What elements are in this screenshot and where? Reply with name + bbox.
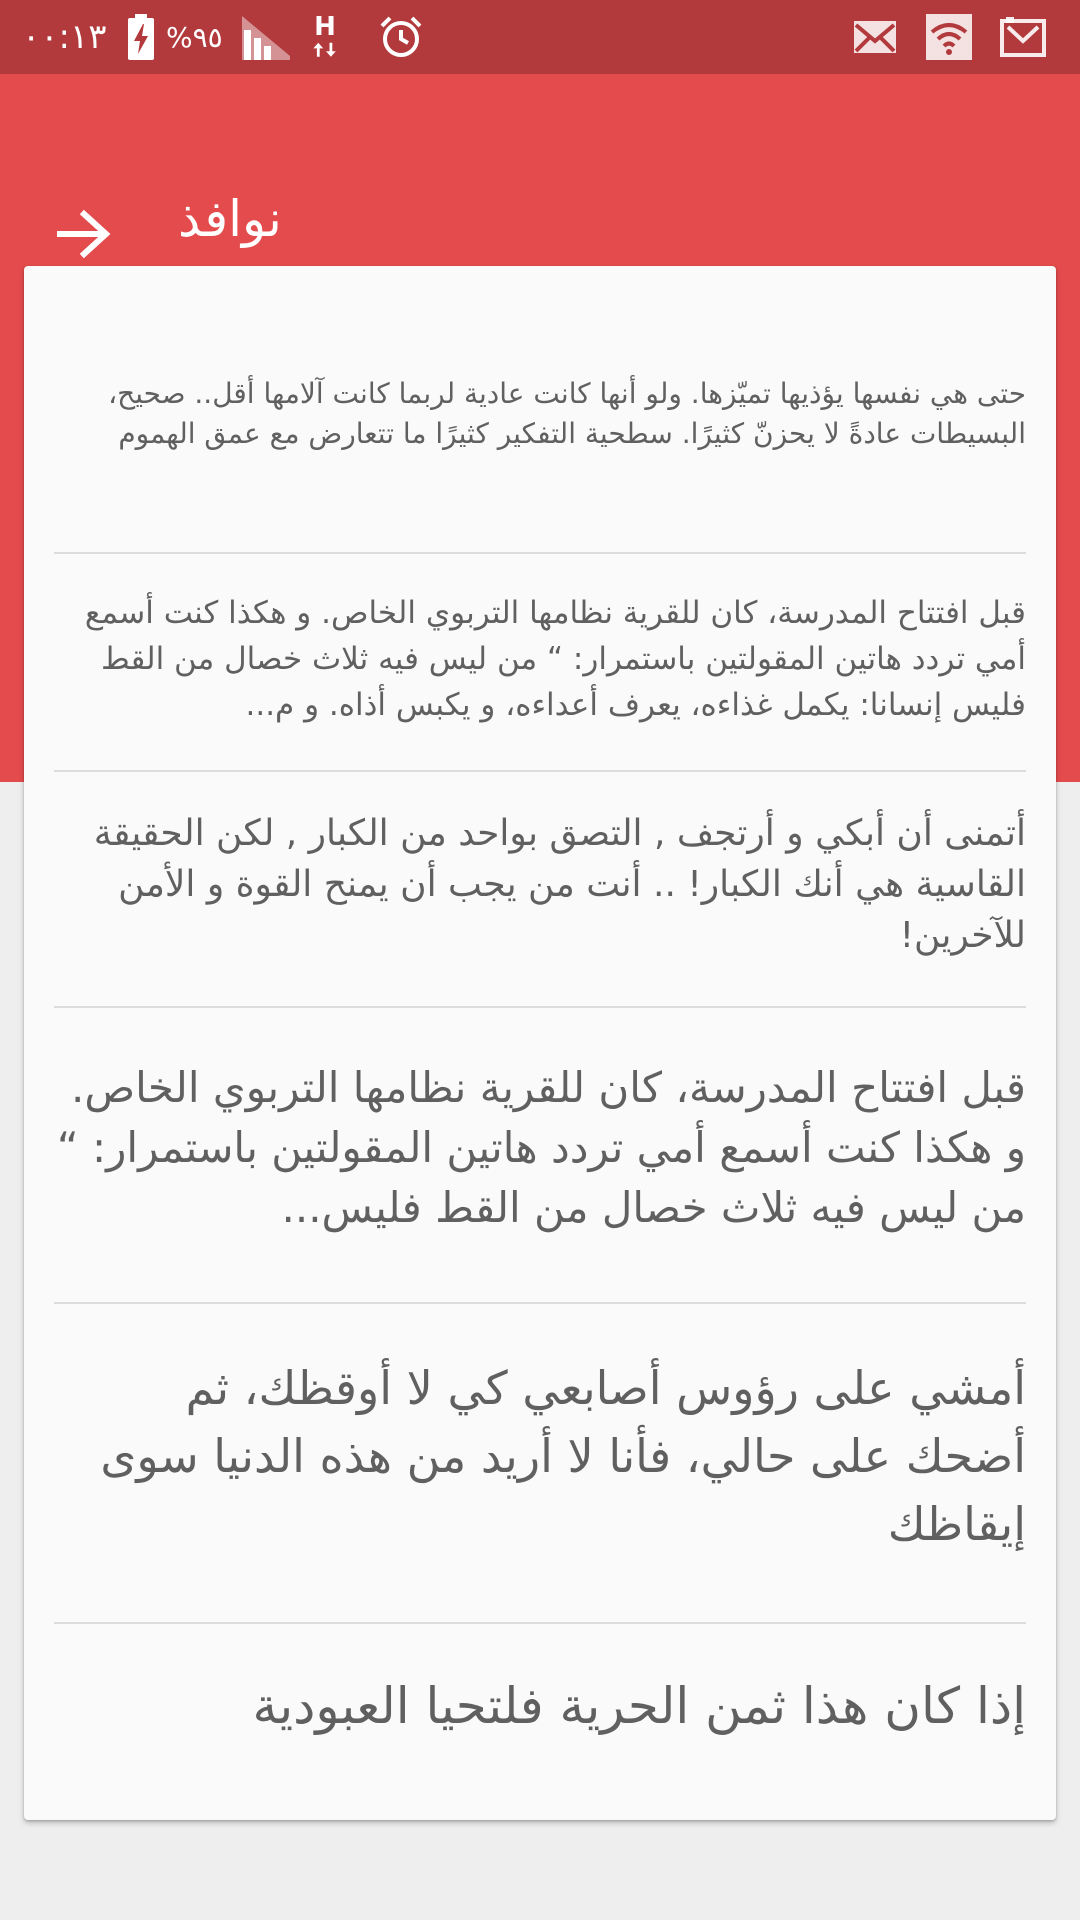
quote-text: أمشي على رؤوس أصابعي كي لا أوقظك، ثم أضح…: [100, 1361, 1026, 1551]
quotes-card: حتى هي نفسها يؤذيها تميّزها. ولو أنها كا…: [24, 266, 1056, 1820]
network-type: H: [314, 12, 336, 42]
arrow-right-icon: [56, 208, 112, 264]
status-bar: ٠٠:١٣ %٩٥ H: [0, 0, 1080, 74]
gmail-icon: [1000, 0, 1046, 74]
signal-icon: [242, 0, 290, 74]
page-title: نوافذ: [178, 190, 282, 248]
quote-text: حتى هي نفسها يؤذيها تميّزها. ولو أنها كا…: [108, 377, 1026, 450]
list-item[interactable]: حتى هي نفسها يؤذيها تميّزها. ولو أنها كا…: [54, 346, 1026, 554]
list-item[interactable]: أتمنى أن أبكي و أرتجف , التصق بواحد من ا…: [54, 772, 1026, 1008]
quote-text: أتمنى أن أبكي و أرتجف , التصق بواحد من ا…: [93, 813, 1026, 956]
status-time: ٠٠:١٣: [22, 17, 107, 57]
h-data-icon: H: [312, 0, 338, 74]
wifi-icon: [926, 0, 972, 74]
quote-text: قبل افتتاح المدرسة، كان للقرية نظامها ال…: [84, 595, 1026, 723]
quote-text: إذا كان هذا ثمن الحرية فلتحيا العبودية: [252, 1677, 1026, 1735]
list-item[interactable]: قبل افتتاح المدرسة، كان للقرية نظامها ال…: [54, 1008, 1026, 1304]
back-button[interactable]: [48, 200, 120, 272]
alarm-icon: [378, 0, 424, 74]
quote-text: قبل افتتاح المدرسة، كان للقرية نظامها ال…: [56, 1063, 1026, 1232]
battery-percent: %٩٥: [166, 20, 223, 54]
list-item[interactable]: قبل افتتاح المدرسة، كان للقرية نظامها ال…: [54, 554, 1026, 772]
battery-charging-icon: [126, 0, 156, 74]
list-item[interactable]: أمشي على رؤوس أصابعي كي لا أوقظك، ثم أضح…: [54, 1304, 1026, 1624]
mail-icon: [852, 0, 898, 74]
list-item[interactable]: إذا كان هذا ثمن الحرية فلتحيا العبودية: [54, 1624, 1026, 1804]
